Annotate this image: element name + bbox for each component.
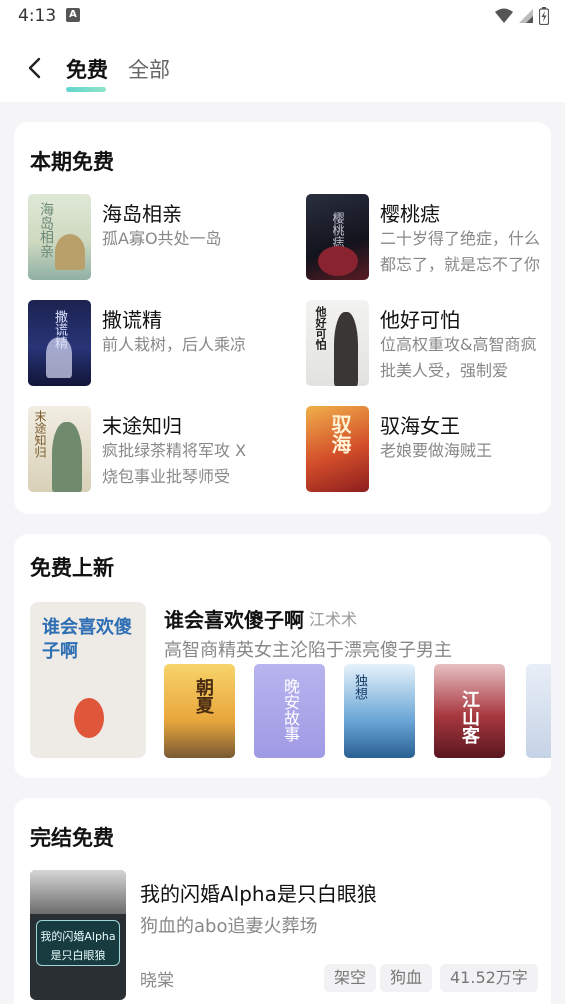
cover-art: [46, 338, 72, 378]
cover-title: 驭海: [328, 414, 352, 454]
book-item[interactable]: 末途知归 末途知归 疯批绿茶精将军攻 X 烧包事业批琴师受: [28, 406, 273, 498]
cover-title-line-1: 我的闪婚Alpha: [40, 930, 116, 943]
book-cover-partial[interactable]: [526, 664, 551, 758]
notification-a-icon: A: [66, 8, 80, 22]
tab-free-label: 免费: [66, 58, 108, 82]
tag-genre: 架空: [324, 964, 377, 992]
section-title: 完结免费: [30, 826, 114, 850]
featured-book-desc: 高智商精英女主沦陷于漂亮傻子男主: [164, 640, 452, 661]
book-desc: 前人栽树，后人乘凉: [102, 335, 247, 354]
section-title: 本期免费: [30, 150, 114, 174]
book-item[interactable]: 海岛相亲 海岛相亲 孤A寡O共处一岛: [28, 194, 273, 286]
cover-art: [334, 312, 358, 386]
cover-title: 他好可怕: [314, 306, 327, 350]
book-title: 末途知归: [102, 414, 182, 438]
back-arrow-icon[interactable]: [24, 56, 46, 80]
book-cover[interactable]: 晚安故事: [254, 664, 325, 758]
book-desc: 孤A寡O共处一岛: [102, 229, 222, 248]
cover-title: 谁会喜欢傻子啊: [42, 617, 132, 662]
wifi-icon: [495, 8, 513, 23]
book-cover[interactable]: 他好可怕: [306, 300, 369, 386]
featured-book-title[interactable]: 谁会喜欢傻子啊: [164, 604, 304, 633]
cover-art: [318, 246, 358, 276]
section-current-free: 本期免费 海岛相亲 海岛相亲 孤A寡O共处一岛 樱桃痣 樱桃痣 二十岁得了绝症，…: [14, 122, 551, 514]
book-cover[interactable]: 我的闪婚Alpha 是只白眼狼: [30, 870, 126, 1000]
cover-art: [30, 870, 126, 914]
cover-title: 朝夏: [193, 678, 214, 714]
tab-all[interactable]: 全部: [128, 54, 170, 84]
book-cover[interactable]: 驭海: [306, 406, 369, 492]
book-item[interactable]: 他好可怕 他好可怕 位高权重攻&高智商疯批美人受，强制爱: [306, 300, 551, 392]
status-bar: 4:13 A: [0, 0, 565, 32]
book-cover[interactable]: 海岛相亲: [28, 194, 91, 280]
cover-title: 晚安故事: [281, 678, 300, 742]
book-desc: 位高权重攻&高智商疯批美人受，强制爱: [380, 335, 537, 380]
book-title[interactable]: 我的闪婚Alpha是只白眼狼: [140, 878, 377, 907]
status-time: 4:13: [18, 6, 57, 26]
book-cover[interactable]: 江山客: [434, 664, 505, 758]
book-item[interactable]: 樱桃痣 樱桃痣 二十岁得了绝症，什么都忘了，就是忘不了你: [306, 194, 551, 286]
cover-art: [74, 698, 104, 738]
cover-art: [52, 422, 82, 492]
book-desc: 二十岁得了绝症，什么都忘了，就是忘不了你: [380, 229, 541, 274]
book-desc: 疯批绿茶精将军攻 X 烧包事业批琴师受: [102, 441, 247, 486]
cover-title: 樱桃痣: [331, 212, 345, 248]
book-cover[interactable]: 撒谎精: [28, 300, 91, 386]
book-cover[interactable]: 末途知归: [28, 406, 91, 492]
cover-title-line-2: 是只白眼狼: [50, 949, 106, 962]
signal-icon: [519, 9, 533, 23]
status-icons: [495, 6, 549, 26]
book-title: 驭海女王: [380, 414, 460, 438]
cover-title: 末途知归: [33, 410, 47, 458]
book-desc: 老娘要做海贼王: [380, 441, 493, 460]
book-title: 他好可怕: [380, 308, 460, 332]
tab-free[interactable]: 免费: [66, 54, 108, 92]
book-cover[interactable]: 朝夏: [164, 664, 235, 758]
section-new-free: 免费上新 谁会喜欢傻子啊 谁会喜欢傻子啊 江术术 高智商精英女主沦陷于漂亮傻子男…: [14, 534, 551, 778]
tag-style: 狗血: [380, 964, 433, 992]
book-item[interactable]: 撒谎精 撒谎精 前人栽树，后人乘凉: [28, 300, 273, 392]
cover-title: 江山客: [459, 690, 480, 744]
battery-icon: [539, 7, 549, 25]
book-item[interactable]: 驭海 驭海女王 老娘要做海贼王: [306, 406, 551, 498]
active-tab-indicator: [66, 87, 106, 92]
book-cover[interactable]: 樱桃痣: [306, 194, 369, 280]
tag-word-count: 41.52万字: [440, 964, 538, 992]
book-title: 樱桃痣: [380, 202, 440, 226]
book-cover[interactable]: 独想: [344, 664, 415, 758]
cover-title: 海岛相亲: [38, 202, 54, 258]
book-author: 晓棠: [140, 971, 174, 991]
featured-book-cover[interactable]: 谁会喜欢傻子啊: [30, 602, 146, 758]
cover-title-box: 我的闪婚Alpha 是只白眼狼: [36, 920, 120, 966]
featured-book-author: 江术术: [309, 610, 358, 629]
book-desc: 狗血的abo追妻火葬场: [140, 916, 318, 937]
book-title: 海岛相亲: [102, 202, 182, 226]
cover-art: [55, 234, 85, 270]
section-completed-free: 完结免费 我的闪婚Alpha 是只白眼狼 我的闪婚Alpha是只白眼狼 狗血的a…: [14, 798, 551, 1004]
top-nav: 免费 全部: [0, 32, 565, 102]
cover-title: 独想: [352, 674, 367, 700]
book-title: 撒谎精: [102, 308, 162, 332]
tab-all-label: 全部: [128, 58, 170, 82]
section-title: 免费上新: [30, 556, 114, 580]
